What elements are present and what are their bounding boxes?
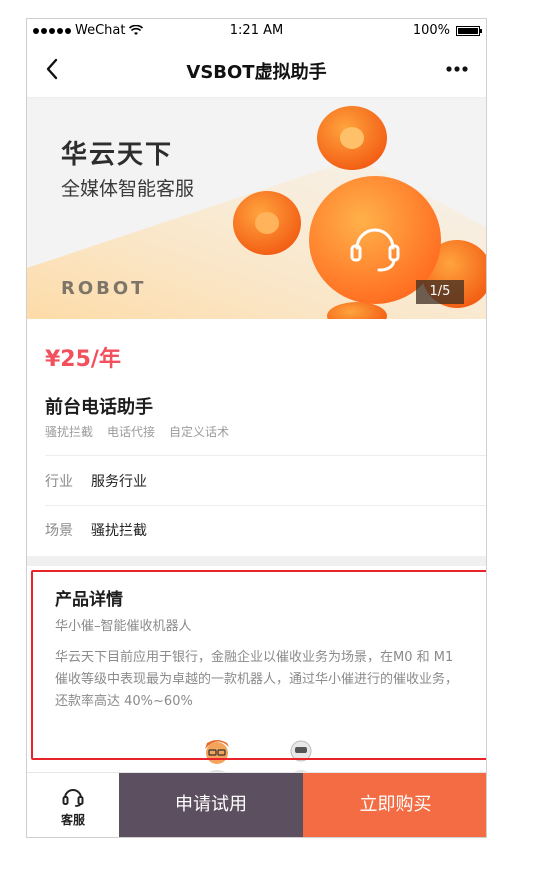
headset-icon bbox=[62, 789, 84, 807]
phone-frame: WeChat 1:21 AM 100% VSBOT虚拟助手 华云天下 全媒体智能… bbox=[26, 18, 487, 838]
divider bbox=[45, 455, 486, 456]
status-right: 100% bbox=[412, 23, 482, 38]
battery-percent: 100% bbox=[412, 23, 450, 38]
banner-pager: 1/5 bbox=[416, 280, 464, 304]
battery-icon bbox=[456, 25, 482, 36]
more-menu-icon[interactable] bbox=[442, 57, 472, 81]
buy-now-button[interactable]: 立即购买 bbox=[303, 773, 486, 837]
tag: 骚扰拦截 bbox=[45, 425, 94, 439]
bottom-action-bar: 客服 申请试用 立即购买 bbox=[27, 772, 486, 837]
page-title: VSBOT虚拟助手 bbox=[186, 62, 327, 83]
nav-bar: VSBOT虚拟助手 bbox=[27, 43, 486, 98]
details-highlight-box bbox=[31, 570, 486, 760]
banner-watermark: ROBOT bbox=[61, 278, 147, 299]
tag: 电话代接 bbox=[107, 425, 156, 439]
customer-service-button[interactable]: 客服 bbox=[27, 773, 119, 837]
price-label: ¥25/年 bbox=[45, 347, 121, 372]
industry-value: 服务行业 bbox=[91, 474, 147, 490]
scene-row: 场景 骚扰拦截 bbox=[45, 506, 470, 554]
apply-trial-button[interactable]: 申请试用 bbox=[119, 773, 303, 837]
banner-title: 华云天下 bbox=[61, 140, 174, 170]
banner-subtitle: 全媒体智能客服 bbox=[61, 178, 195, 200]
product-banner[interactable]: 华云天下 全媒体智能客服 ROBOT 1/5 bbox=[27, 98, 486, 319]
industry-row: 行业 服务行业 bbox=[45, 457, 470, 505]
industry-label: 行业 bbox=[45, 474, 73, 490]
tag: 自定义话术 bbox=[169, 425, 230, 439]
scene-label: 场景 bbox=[45, 523, 73, 539]
product-tags: 骚扰拦截 电话代接 自定义话术 bbox=[45, 423, 229, 440]
status-bar: WeChat 1:21 AM 100% bbox=[27, 19, 486, 43]
customer-service-label: 客服 bbox=[60, 813, 85, 827]
product-name: 前台电话助手 bbox=[45, 397, 153, 418]
section-separator bbox=[27, 556, 486, 566]
scene-value: 骚扰拦截 bbox=[91, 523, 147, 539]
